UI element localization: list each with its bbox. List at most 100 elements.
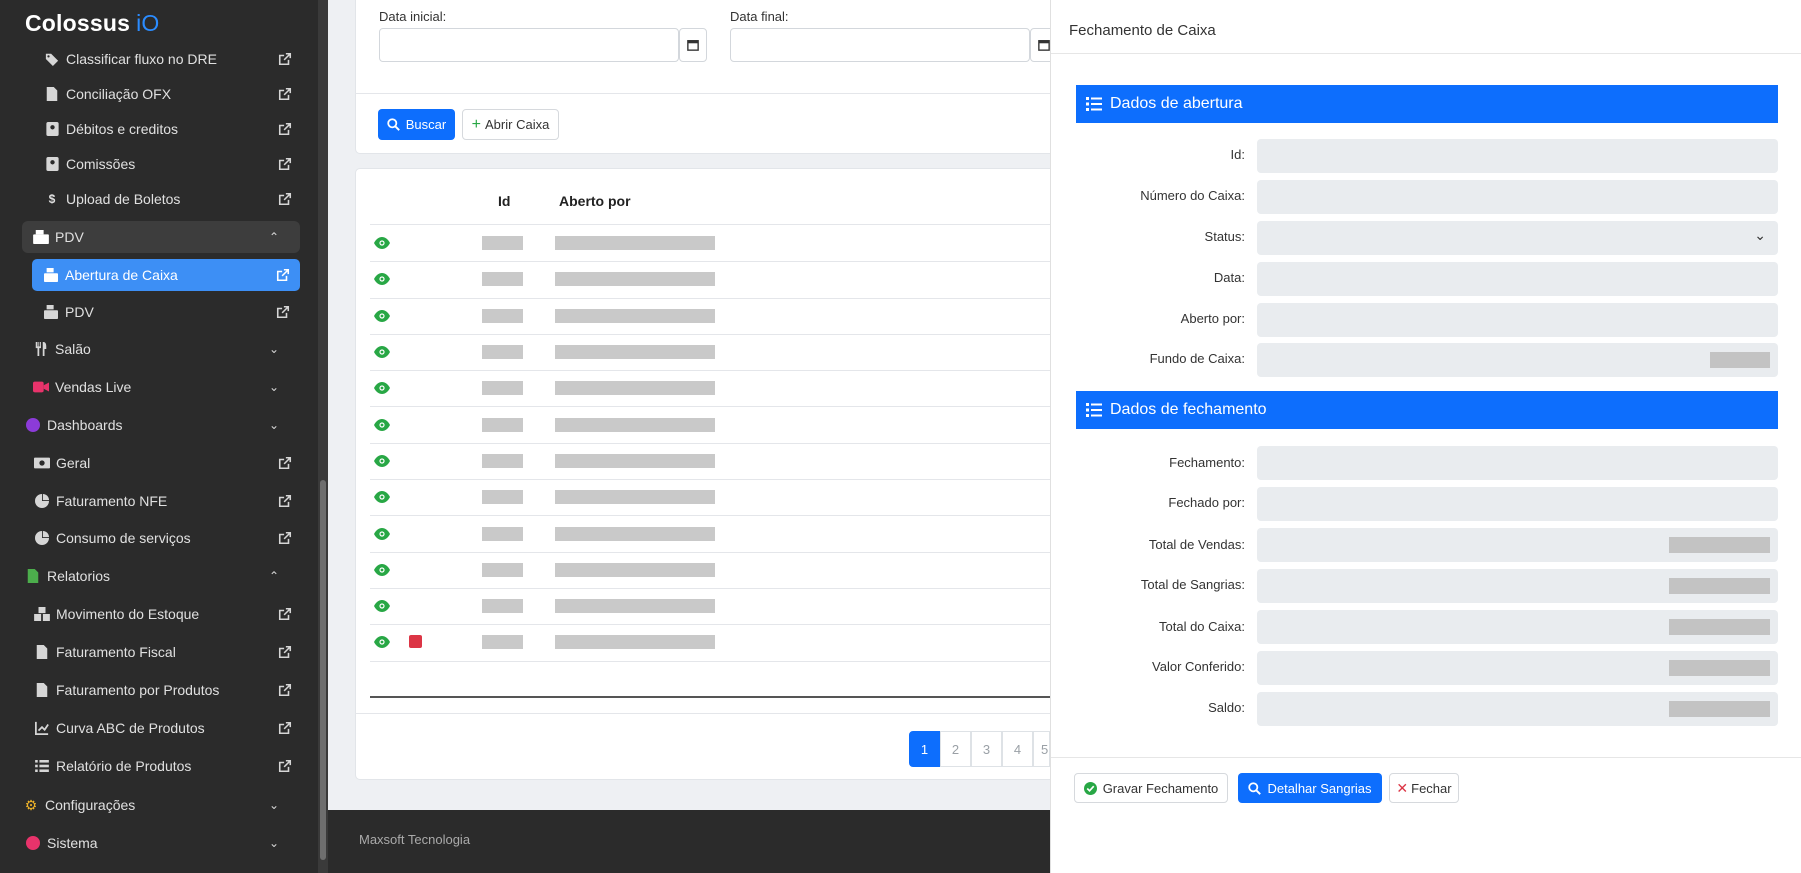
view-eye-icon[interactable] bbox=[374, 527, 390, 540]
table-row[interactable] bbox=[370, 407, 1050, 444]
total-withdrawals-field[interactable] bbox=[1257, 569, 1778, 603]
opened-by-placeholder bbox=[555, 635, 715, 650]
external-link-icon bbox=[276, 268, 290, 282]
sidebar-item-geral[interactable]: Geral bbox=[34, 448, 292, 478]
external-link-icon bbox=[278, 157, 292, 171]
sidebar-item-consumo-servicos[interactable]: Consumo de serviços bbox=[34, 523, 292, 553]
view-eye-icon[interactable] bbox=[374, 491, 390, 504]
sidebar-item-abertura-caixa[interactable]: Abertura de Caixa bbox=[43, 260, 290, 290]
sidebar-group-configuracoes[interactable]: ⚙ Configurações ⌄ bbox=[23, 790, 280, 820]
detail-withdrawals-button[interactable]: Detalhar Sangrias bbox=[1238, 773, 1382, 803]
view-eye-icon[interactable] bbox=[374, 309, 390, 322]
list-icon bbox=[1086, 403, 1102, 417]
footer: Maxsoft Tecnologia bbox=[328, 810, 1050, 873]
external-link-icon bbox=[278, 607, 292, 621]
sidebar-item-faturamento-nfe[interactable]: Faturamento NFE bbox=[34, 486, 292, 516]
view-eye-icon[interactable] bbox=[374, 273, 390, 286]
file-icon bbox=[34, 682, 50, 698]
id-placeholder bbox=[482, 417, 523, 432]
page-4-button[interactable]: 4 bbox=[1002, 731, 1033, 767]
total-sales-field[interactable] bbox=[1257, 528, 1778, 562]
sidebar-group-sistema[interactable]: Sistema ⌄ bbox=[25, 828, 280, 858]
boxes-icon bbox=[34, 606, 50, 622]
chevron-down-icon: ⌄ bbox=[268, 836, 280, 850]
table-row[interactable] bbox=[370, 624, 1050, 662]
sidebar-item-classificar-fluxo[interactable]: Classificar fluxo no DRE bbox=[44, 44, 292, 74]
closing-section-title: Dados de fechamento bbox=[1110, 401, 1267, 418]
view-eye-icon[interactable] bbox=[374, 563, 390, 576]
opened-by-placeholder bbox=[555, 453, 715, 468]
table-row[interactable] bbox=[370, 370, 1050, 408]
cash-fund-field[interactable] bbox=[1257, 343, 1778, 377]
sidebar-item-faturamento-produtos[interactable]: Faturamento por Produtos bbox=[34, 675, 292, 705]
sidebar-scrollbar-thumb[interactable] bbox=[320, 480, 326, 860]
view-eye-icon[interactable] bbox=[374, 600, 390, 613]
view-eye-icon[interactable] bbox=[374, 346, 390, 359]
table-row[interactable] bbox=[370, 225, 1050, 263]
view-eye-icon[interactable] bbox=[374, 382, 390, 395]
sidebar-group-vendas-live[interactable]: Vendas Live ⌄ bbox=[33, 372, 280, 402]
sidebar-item-faturamento-fiscal[interactable]: Faturamento Fiscal bbox=[34, 637, 292, 667]
sidebar-group-pdv[interactable]: PDV ⌃ bbox=[33, 222, 280, 252]
sidebar-item-debitos-creditos[interactable]: Débitos e creditos bbox=[44, 114, 292, 144]
close-button[interactable]: ✕ Fechar bbox=[1389, 773, 1459, 803]
end-date-input[interactable] bbox=[730, 28, 1030, 62]
id-field[interactable] bbox=[1257, 139, 1778, 173]
view-eye-icon[interactable] bbox=[374, 418, 390, 431]
status-select[interactable]: ⌄ bbox=[1257, 221, 1778, 255]
opened-by-placeholder bbox=[555, 526, 715, 541]
table-row[interactable] bbox=[370, 261, 1050, 299]
sidebar-item-upload-boletos[interactable]: $ Upload de Boletos bbox=[44, 184, 292, 214]
brand-logo: Colossus iO bbox=[25, 10, 160, 36]
sidebar-item-comissoes[interactable]: Comissões bbox=[44, 149, 292, 179]
table-row[interactable] bbox=[370, 334, 1050, 372]
sidebar-group-dashboards[interactable]: Dashboards ⌄ bbox=[25, 410, 280, 440]
closed-by-field[interactable] bbox=[1257, 487, 1778, 521]
sidebar-item-label: PDV bbox=[55, 229, 84, 245]
sidebar-item-pdv[interactable]: PDV bbox=[43, 297, 290, 327]
cash-register-icon bbox=[43, 304, 59, 320]
sidebar-item-label: Consumo de serviços bbox=[56, 530, 191, 546]
page-5-button[interactable]: 5 bbox=[1033, 731, 1050, 767]
search-button[interactable]: Buscar bbox=[378, 109, 455, 140]
start-date-input[interactable] bbox=[379, 28, 679, 62]
sidebar-item-relatorio-produtos[interactable]: Relatório de Produtos bbox=[34, 751, 292, 781]
pagination-divider bbox=[355, 713, 1075, 714]
list-icon bbox=[34, 758, 50, 774]
value-placeholder bbox=[1669, 619, 1770, 635]
save-closing-button[interactable]: Gravar Fechamento bbox=[1074, 773, 1228, 803]
table-row[interactable] bbox=[370, 588, 1050, 626]
table-row[interactable] bbox=[370, 515, 1050, 553]
opening-section-title: Dados de abertura bbox=[1110, 95, 1243, 112]
value-placeholder bbox=[1669, 578, 1770, 594]
view-eye-icon[interactable] bbox=[374, 636, 390, 649]
closing-field[interactable] bbox=[1257, 446, 1778, 480]
view-eye-icon[interactable] bbox=[374, 454, 390, 467]
total-cash-field[interactable] bbox=[1257, 610, 1778, 644]
calendar-icon[interactable] bbox=[679, 28, 707, 62]
table-row[interactable] bbox=[370, 298, 1050, 335]
table-row[interactable] bbox=[370, 552, 1050, 589]
page-3-button[interactable]: 3 bbox=[971, 731, 1002, 767]
sidebar-item-label: Movimento do Estoque bbox=[56, 606, 200, 622]
open-cash-button[interactable]: + Abrir Caixa bbox=[462, 109, 559, 140]
table-row[interactable] bbox=[370, 479, 1050, 517]
column-header-id: Id bbox=[498, 193, 511, 209]
sidebar-group-salao[interactable]: Salão ⌄ bbox=[33, 334, 280, 364]
balance-field[interactable] bbox=[1257, 692, 1778, 726]
sidebar-item-movimento-estoque[interactable]: Movimento do Estoque bbox=[34, 599, 292, 629]
sidebar-group-relatorios[interactable]: Relatorios ⌃ bbox=[25, 561, 280, 591]
gift-icon[interactable] bbox=[409, 635, 422, 649]
cash-number-field[interactable] bbox=[1257, 180, 1778, 214]
date-field[interactable] bbox=[1257, 262, 1778, 296]
sidebar-item-curva-abc[interactable]: Curva ABC de Produtos bbox=[34, 713, 292, 743]
table-row[interactable] bbox=[370, 443, 1050, 481]
view-eye-icon[interactable] bbox=[374, 237, 390, 250]
page-1-button[interactable]: 1 bbox=[909, 731, 940, 767]
sidebar-item-conciliacao-ofx[interactable]: Conciliação OFX bbox=[44, 79, 292, 109]
checked-value-field[interactable] bbox=[1257, 651, 1778, 685]
field-label-total-sales: Total de Vendas: bbox=[1148, 537, 1245, 552]
sidebar-item-label: Sistema bbox=[47, 835, 98, 851]
page-2-button[interactable]: 2 bbox=[940, 731, 971, 767]
opened-by-field[interactable] bbox=[1257, 303, 1778, 337]
